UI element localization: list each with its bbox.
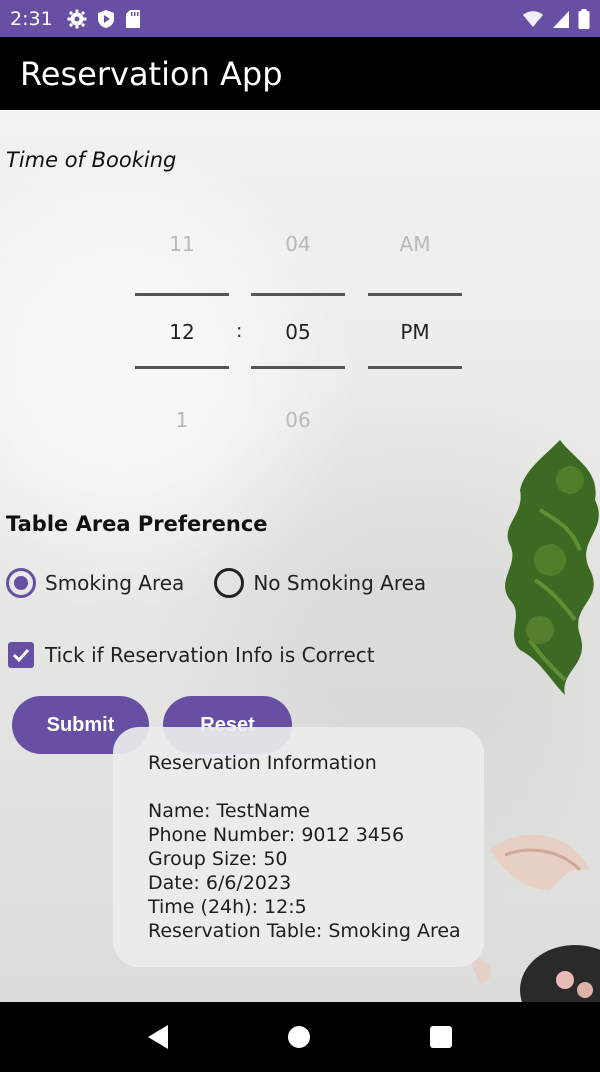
- status-icons-left: [67, 9, 141, 29]
- app-title: Reservation App: [20, 54, 283, 93]
- radio-no-smoking-area[interactable]: No Smoking Area: [214, 568, 426, 598]
- confirm-checkbox-row[interactable]: Tick if Reservation Info is Correct: [8, 642, 375, 668]
- toast-line-time: Time (24h): 12:5: [148, 896, 307, 918]
- background-parsley-image: [505, 440, 599, 695]
- toast-line-name: Name: TestName: [148, 800, 310, 822]
- app-bar: Reservation App: [0, 37, 600, 110]
- battery-icon: [578, 8, 590, 29]
- checkbox-checked-icon[interactable]: [8, 642, 34, 668]
- minute-spinner[interactable]: 04 05 06: [251, 220, 345, 500]
- status-bar: 2:31: [0, 0, 600, 37]
- background-garlic-image: [470, 834, 600, 1002]
- radio-smoking-area[interactable]: Smoking Area: [6, 568, 184, 598]
- radio-dot: [14, 576, 28, 590]
- shield-play-icon: [97, 9, 114, 28]
- toast-line-phone: Phone Number: 9012 3456: [148, 824, 405, 846]
- minute-divider-top: [251, 293, 345, 296]
- checkmark-icon: [12, 648, 30, 663]
- minute-prev[interactable]: 04: [251, 232, 345, 256]
- ampm-selected[interactable]: PM: [368, 320, 462, 344]
- recent-apps-icon[interactable]: [430, 1026, 452, 1048]
- hour-selected[interactable]: 12: [135, 320, 229, 344]
- back-icon[interactable]: [148, 1025, 168, 1049]
- signal-icon: [553, 10, 569, 28]
- minute-divider-bottom: [251, 366, 345, 369]
- radio-checked-icon[interactable]: [6, 568, 36, 598]
- table-area-title: Table Area Preference: [6, 512, 268, 536]
- reservation-info-toast: Reservation Information Name: TestName P…: [113, 727, 484, 967]
- status-icons-right: [522, 8, 590, 29]
- radio-no-smoking-label[interactable]: No Smoking Area: [253, 571, 426, 595]
- toast-line-date: Date: 6/6/2023: [148, 872, 292, 894]
- radio-unchecked-icon[interactable]: [214, 568, 245, 598]
- navigation-bar: [0, 1002, 600, 1072]
- toast-line-group-size: Group Size: 50: [148, 848, 288, 870]
- status-time: 2:31: [10, 7, 53, 30]
- ampm-divider-top: [368, 293, 462, 296]
- wifi-off-icon: [523, 10, 544, 29]
- ampm-prev[interactable]: AM: [368, 232, 462, 256]
- time-picker[interactable]: 11 12 1 : 04 05 06 AM PM: [135, 220, 465, 500]
- hour-next[interactable]: 1: [135, 408, 229, 432]
- hour-spinner[interactable]: 11 12 1: [135, 220, 229, 500]
- toast-spacer: [148, 775, 464, 799]
- radio-smoking-label[interactable]: Smoking Area: [45, 571, 184, 595]
- content-area: Time of Booking 11 12 1 : 04 05 06 AM PM…: [0, 110, 600, 1002]
- home-icon[interactable]: [288, 1026, 310, 1048]
- minute-selected[interactable]: 05: [251, 320, 345, 344]
- hour-prev[interactable]: 11: [135, 232, 229, 256]
- toast-line-table: Reservation Table: Smoking Area: [148, 920, 461, 942]
- hour-divider-bottom: [135, 366, 229, 369]
- sd-card-icon: [125, 9, 140, 28]
- gear-icon: [67, 9, 87, 28]
- table-area-radio-group: Smoking Area No Smoking Area: [6, 568, 456, 598]
- time-separator: :: [236, 320, 243, 342]
- time-of-booking-label: Time of Booking: [6, 148, 177, 172]
- hour-divider-top: [135, 293, 229, 296]
- toast-title: Reservation Information: [148, 752, 377, 774]
- confirm-checkbox-label[interactable]: Tick if Reservation Info is Correct: [45, 643, 375, 667]
- ampm-divider-bottom: [368, 366, 462, 369]
- minute-next[interactable]: 06: [251, 408, 345, 432]
- ampm-spinner[interactable]: AM PM: [368, 220, 462, 500]
